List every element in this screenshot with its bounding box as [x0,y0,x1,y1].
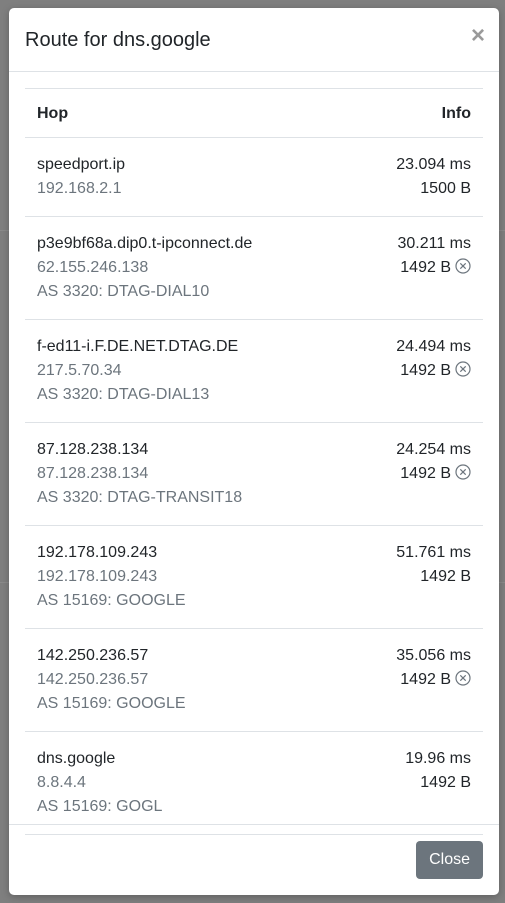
column-header-info: Info [349,88,483,138]
hop-mtu: 1492 B [420,774,471,791]
hop-as-info: AS 3320: DTAG-TRANSIT18 [37,489,243,506]
hop-latency: 24.254 ms [396,441,471,458]
circle-x-icon [455,361,471,377]
hop-mtu-line: 1500 B [361,177,471,201]
hop-as-info: AS 3320: DTAG-DIAL10 [37,283,210,300]
hop-ip-address: 192.168.2.1 [37,180,122,197]
hop-hostname: 142.250.236.57 [37,647,149,664]
hop-mtu-line: 1492 B [361,565,471,589]
route-modal: Route for dns.google × Hop Info speedpor… [9,8,499,895]
hop-ip-address: 192.178.109.243 [37,568,158,585]
circle-x-icon [455,258,471,274]
hop-mtu: 1492 B [400,465,451,482]
hop-mtu: 1492 B [400,259,451,276]
hop-cell: f-ed11-i.F.DE.NET.DTAG.DE 217.5.70.34 AS 3… [25,319,350,423]
info-cell: 24.254 ms 1492 B [349,422,483,526]
table-header-row: Hop Info [25,88,483,138]
hop-mtu-line: 1492 B [361,359,471,383]
circle-x-icon [455,464,471,480]
hop-mtu: 1500 B [420,180,471,197]
hop-cell: 87.128.238.134 87.128.238.134 AS 3320: DTA… [25,422,350,526]
table-row: p3e9bf68a.dip0.t-ipconnect.de 62.155.246.… [25,216,483,320]
hop-hostname: speedport.ip [37,156,126,173]
modal-title: Route for dns.google [25,29,211,51]
hop-latency: 35.056 ms [396,647,471,664]
hop-cell: p3e9bf68a.dip0.t-ipconnect.de 62.155.246.… [25,216,350,320]
hop-latency: 30.211 ms [397,235,471,252]
hop-latency: 51.761 ms [396,544,471,561]
info-cell: 51.761 ms 1492 B [349,525,483,629]
hop-ip-address: 217.5.70.34 [37,362,122,379]
hop-mtu-line: 1492 B [361,771,471,795]
table-row: speedport.ip 192.168.2.1 23.094 ms 1500 B [25,137,483,217]
hop-as-info: AS 15169: GOOGLE [37,695,186,712]
hop-as-info: AS 15169: GOOGLE [37,592,186,609]
hop-mtu: 1492 B [400,671,451,688]
hop-as-info: AS 3320: DTAG-DIAL13 [37,386,210,403]
table-row: 87.128.238.134 87.128.238.134 AS 3320: DTA… [25,422,483,526]
close-button[interactable]: Close [416,841,483,879]
hop-mtu-line: 1492 B [361,462,471,486]
hop-latency: 23.094 ms [396,156,471,173]
hop-ip-address: 8.8.4.4 [37,774,86,791]
hop-mtu-line: 1492 B [361,256,471,280]
modal-body: Hop Info speedport.ip 192.168.2.1 23.094 m… [25,88,483,835]
hop-mtu: 1492 B [400,362,451,379]
info-cell: 35.056 ms 1492 B [349,628,483,732]
hop-mtu: 1492 B [420,568,471,585]
hop-cell: dns.google 8.8.4.4 AS 15169: GOGL [25,731,350,835]
hop-hostname: 192.178.109.243 [37,544,158,561]
table-row: 192.178.109.243 192.178.109.243 AS 15169: … [25,525,483,629]
close-icon[interactable]: × [471,22,485,50]
column-header-hop: Hop [25,88,350,138]
hop-as-info: AS 15169: GOGL [37,798,163,815]
hop-cell: 192.178.109.243 192.178.109.243 AS 15169: … [25,525,350,629]
hop-hostname: f-ed11-i.F.DE.NET.DTAG.DE [37,338,239,355]
hop-hostname: 87.128.238.134 [37,441,149,458]
hop-hostname: p3e9bf68a.dip0.t-ipconnect.de [37,235,253,252]
hop-ip-address: 142.250.236.57 [37,671,149,688]
hop-mtu-line: 1492 B [361,668,471,692]
hop-ip-address: 87.128.238.134 [37,465,149,482]
info-cell: 23.094 ms 1500 B [349,137,483,217]
info-cell: 24.494 ms 1492 B [349,319,483,423]
hop-cell: speedport.ip 192.168.2.1 [25,137,350,217]
hop-ip-address: 62.155.246.138 [37,259,149,276]
table-row: f-ed11-i.F.DE.NET.DTAG.DE 217.5.70.34 AS 3… [25,319,483,423]
hop-latency: 19.96 ms [405,750,471,767]
hop-latency: 24.494 ms [396,338,471,355]
info-cell: 19.96 ms 1492 B [349,731,483,835]
hop-hostname: dns.google [37,750,116,767]
modal-footer: Close [9,824,499,895]
route-table: Hop Info speedport.ip 192.168.2.1 23.094 m… [25,88,483,835]
circle-x-icon [455,670,471,686]
hop-cell: 142.250.236.57 142.250.236.57 AS 15169: GO… [25,628,350,732]
info-cell: 30.211 ms 1492 B [349,216,483,320]
modal-header: Route for dns.google × [9,8,499,72]
table-row: dns.google 8.8.4.4 AS 15169: GOGL 19.96 ms 1… [25,731,483,835]
table-row: 142.250.236.57 142.250.236.57 AS 15169: GO… [25,628,483,732]
